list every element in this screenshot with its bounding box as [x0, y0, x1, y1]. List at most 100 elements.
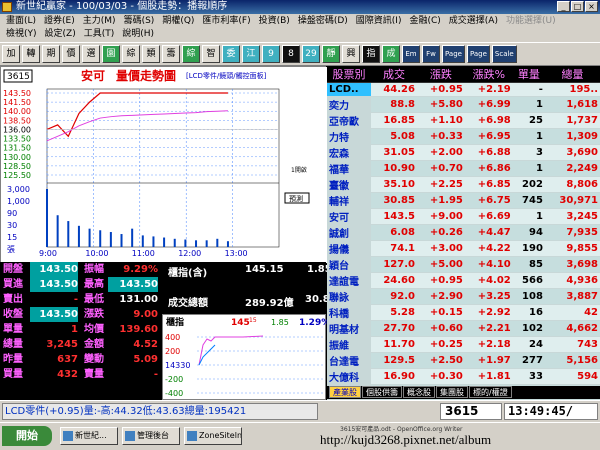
stock-name[interactable]: 明基材 — [327, 320, 371, 337]
group-tab[interactable]: 標的/權證 — [469, 386, 512, 398]
group-tab[interactable]: 產業股 — [329, 386, 361, 398]
table-row[interactable]: 亞帝歐 16.85 +1.10 +6.98 25 1,737 — [327, 112, 600, 129]
table-row[interactable]: 福華 10.90 +0.70 +6.86 1 2,249 — [327, 160, 600, 177]
table-row[interactable]: LCD.. 44.26 +0.95 +2.19-195.. — [327, 82, 600, 97]
toolbar-button[interactable]: Fw — [422, 45, 440, 63]
column-header[interactable]: 單量 — [512, 66, 545, 83]
menu-item[interactable]: 證券(E) — [40, 15, 79, 28]
table-row[interactable]: 奕力 88.8 +5.80 +6.99 1 1,618 — [327, 96, 600, 113]
toolbar-button[interactable]: 8 — [282, 45, 300, 63]
column-header[interactable]: 漲跌% — [464, 66, 513, 83]
toolbar-button[interactable]: Em — [402, 45, 420, 63]
stock-name[interactable]: 宏森 — [327, 144, 371, 161]
group-tab[interactable]: 個股供籌 — [362, 386, 402, 398]
table-row[interactable]: 輔祥 30.85 +1.95 +6.75 745 30,971 — [327, 192, 600, 209]
table-row[interactable]: 穎台 127.0 +5.00 +4.10 85 3,698 — [327, 256, 600, 273]
toolbar-button[interactable]: 委 — [222, 45, 240, 63]
toolbar-button[interactable]: 29 — [302, 45, 320, 63]
menu-item[interactable]: 工具(T) — [80, 28, 119, 41]
menu-item[interactable]: 操盤密碼(D) — [294, 15, 352, 28]
table-row[interactable]: 科橋 5.28 +0.15 +2.92 16 42 — [327, 304, 600, 321]
table-row[interactable]: 大億科 16.90 +0.30 +1.81 33 594 — [327, 368, 600, 385]
menu-item[interactable]: 金融(C) — [405, 15, 444, 28]
table-row[interactable]: 宏森 31.05 +2.00 +6.88 3 3,690 — [327, 144, 600, 161]
group-tab[interactable]: 概念股 — [403, 386, 435, 398]
table-row[interactable]: 安可 143.5 +9.00 +6.69 1 3,245 — [327, 208, 600, 225]
taskbar-item[interactable]: 管理後台 — [122, 427, 180, 445]
menu-item[interactable]: 成交選擇(A) — [445, 15, 502, 28]
minimize-button[interactable]: _ — [557, 1, 570, 12]
toolbar-button[interactable]: 籌 — [162, 45, 180, 63]
table-row[interactable]: 達誼電 24.60 +0.95 +4.02 566 4,936 — [327, 272, 600, 289]
toolbar-button[interactable]: Page — [466, 45, 490, 63]
toolbar-button[interactable]: 指 — [362, 45, 380, 63]
menu-item[interactable]: 投資(B) — [255, 15, 294, 28]
stock-name[interactable]: 福華 — [327, 160, 371, 177]
menu-item[interactable]: 匯市利率(F) — [198, 15, 254, 28]
stock-name[interactable]: 亞帝歐 — [327, 112, 371, 129]
toolbar-button[interactable]: 選 — [82, 45, 100, 63]
column-header[interactable]: 漲跌 — [416, 66, 465, 83]
stock-name[interactable]: 輔祥 — [327, 192, 371, 209]
taskbar-item[interactable]: 新世紀... — [60, 427, 118, 445]
stock-name[interactable]: 誠創 — [327, 224, 371, 241]
toolbar-button[interactable]: 靜 — [322, 45, 340, 63]
stock-code-input[interactable]: 3615 — [440, 403, 502, 420]
stock-name[interactable]: 奕力 — [327, 96, 371, 113]
toolbar-button[interactable]: 價 — [62, 45, 80, 63]
toolbar-button[interactable]: 江 — [242, 45, 260, 63]
toolbar-button[interactable]: 綜 — [182, 45, 200, 63]
total-volume: 4,936 — [544, 272, 600, 289]
table-row[interactable]: 揚儀 74.1 +3.00 +4.22 190 9,855 — [327, 240, 600, 257]
toolbar-button[interactable]: Page — [442, 45, 465, 63]
toolbar-button[interactable]: 類 — [142, 45, 160, 63]
menu-item[interactable]: 說明(H) — [118, 28, 158, 41]
menu-item[interactable]: 籌碼(S) — [120, 15, 159, 28]
menu-item[interactable]: 檢視(Y) — [2, 28, 41, 41]
volume-tick: 15 — [7, 233, 17, 242]
start-button[interactable]: 開始 — [2, 426, 52, 446]
toolbar-button[interactable]: 期 — [42, 45, 60, 63]
toolbar-button[interactable]: 興 — [342, 45, 360, 63]
table-row[interactable]: 臺徽 35.10 +2.25 +6.85 202 8,806 — [327, 176, 600, 193]
stock-name[interactable]: 台達電 — [327, 352, 371, 369]
stock-name[interactable]: 力特 — [327, 128, 371, 145]
stock-name[interactable]: LCD.. — [327, 82, 371, 97]
stock-name[interactable]: 穎台 — [327, 256, 371, 273]
menu-item[interactable]: 設定(Z) — [41, 28, 80, 41]
table-row[interactable]: 明基材 27.70 +0.60 +2.21 102 4,662 — [327, 320, 600, 337]
stock-name[interactable]: 安可 — [327, 208, 371, 225]
table-row[interactable]: 誠創 6.08 +0.26 +4.47 94 7,935 — [327, 224, 600, 241]
table-row[interactable]: 聯詠 92.0 +2.90 +3.25 108 3,887 — [327, 288, 600, 305]
stock-name[interactable]: 聯詠 — [327, 288, 371, 305]
table-row[interactable]: 力特 5.08 +0.33 +6.95 1 1,309 — [327, 128, 600, 145]
menu-item[interactable]: 主力(M) — [79, 15, 120, 28]
taskbar-item[interactable]: ZoneSiteln — [184, 427, 242, 445]
stock-name[interactable]: 振維 — [327, 336, 371, 353]
menu-item[interactable]: 期權(Q) — [158, 15, 198, 28]
stock-name[interactable]: 臺徽 — [327, 176, 371, 193]
toolbar-button[interactable]: 轉 — [22, 45, 40, 63]
column-header[interactable]: 股票別 — [327, 66, 371, 83]
table-row[interactable]: 台達電 129.5 +2.50 +1.97 277 5,156 — [327, 352, 600, 369]
toolbar-button[interactable]: 綜 — [122, 45, 140, 63]
menu-item[interactable]: 畫面(L) — [2, 15, 40, 28]
close-button[interactable]: × — [585, 1, 598, 12]
column-header[interactable]: 總量 — [544, 66, 600, 83]
stock-name[interactable]: 達誼電 — [327, 272, 371, 289]
stock-name[interactable]: 科橋 — [327, 304, 371, 321]
menu-item[interactable]: 功能選擇(U) — [502, 15, 560, 28]
toolbar-button[interactable]: 9 — [262, 45, 280, 63]
toolbar-button[interactable]: 加 — [2, 45, 20, 63]
toolbar-button[interactable]: 智 — [202, 45, 220, 63]
table-row[interactable]: 振維 11.70 +0.25 +2.18 24 743 — [327, 336, 600, 353]
stock-name[interactable]: 大億科 — [327, 368, 371, 385]
maximize-button[interactable]: □ — [571, 1, 584, 12]
toolbar-button[interactable]: 成 — [382, 45, 400, 63]
toolbar-button[interactable]: Scale — [491, 45, 517, 63]
stock-name[interactable]: 揚儀 — [327, 240, 371, 257]
column-header[interactable]: 成交 — [370, 66, 417, 83]
toolbar-button[interactable]: 園 — [102, 45, 120, 63]
menu-item[interactable]: 國際資訊(I) — [352, 15, 406, 28]
group-tab[interactable]: 集團股 — [436, 386, 468, 398]
